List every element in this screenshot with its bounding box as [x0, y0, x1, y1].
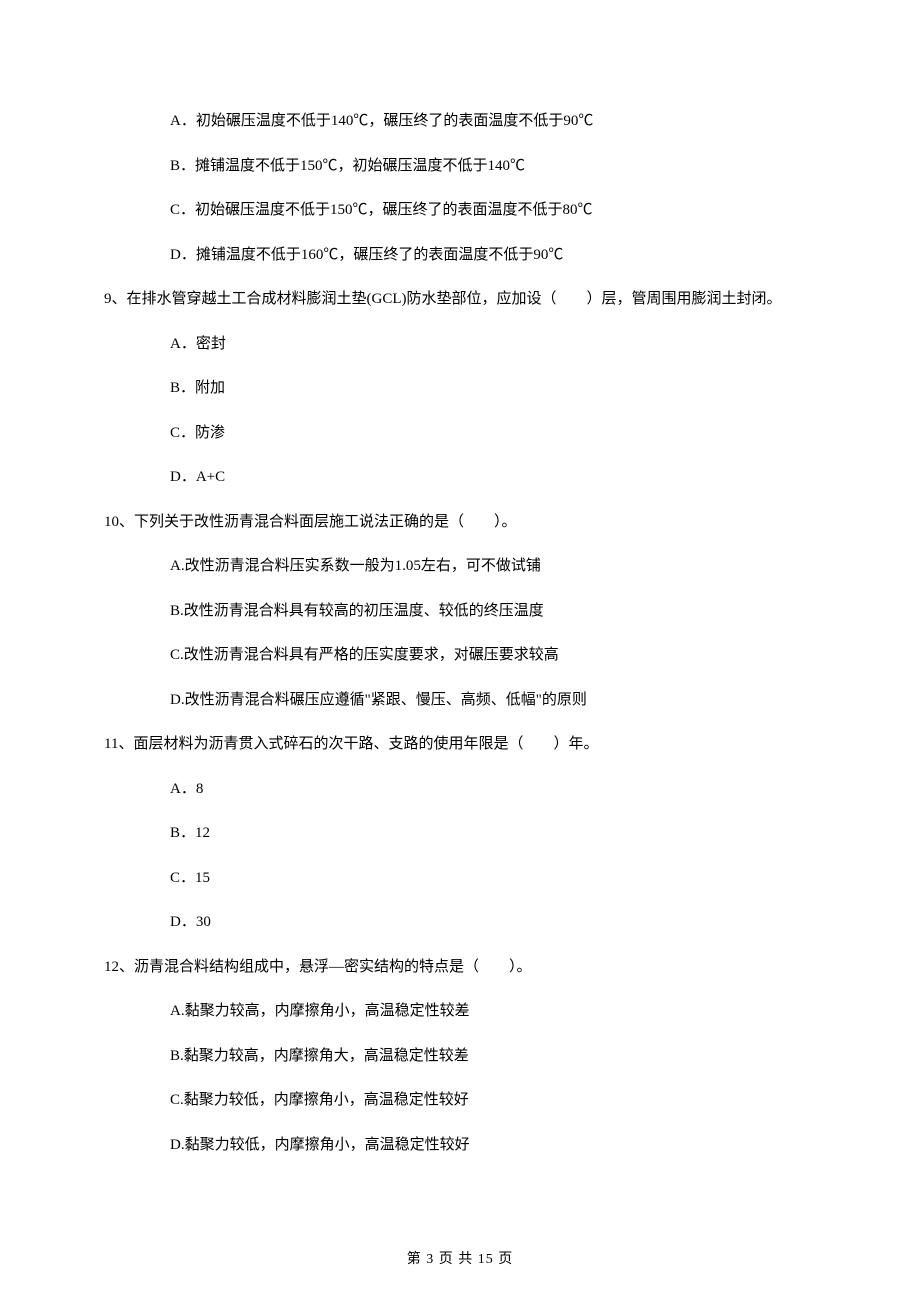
q9-option-a: A．密封 [120, 333, 800, 356]
page: A．初始碾压温度不低于140℃，碾压终了的表面温度不低于90℃ B．摊铺温度不低… [0, 0, 920, 1302]
q12-option-a: A.黏聚力较高，内摩擦角小，高温稳定性较差 [120, 1000, 800, 1023]
page-footer: 第 3 页 共 15 页 [0, 1249, 920, 1270]
q9-option-c: C．防渗 [120, 422, 800, 445]
q10-option-c: C.改性沥青混合料具有严格的压实度要求，对碾压要求较高 [120, 644, 800, 667]
q9-option-d: D．A+C [120, 466, 800, 489]
q9-option-b: B．附加 [120, 377, 800, 400]
q11-option-b: B．12 [120, 822, 800, 845]
q10-option-d: D.改性沥青混合料碾压应遵循"紧跟、慢压、高频、低幅"的原则 [120, 689, 800, 712]
q12-option-c: C.黏聚力较低，内摩擦角小，高温稳定性较好 [120, 1089, 800, 1112]
q11-stem: 11、面层材料为沥青贯入式碎石的次干路、支路的使用年限是（ ）年。 [104, 733, 800, 756]
q10-option-b: B.改性沥青混合料具有较高的初压温度、较低的终压温度 [120, 600, 800, 623]
q12-stem: 12、沥青混合料结构组成中，悬浮—密实结构的特点是（ ）。 [104, 956, 800, 979]
q8-option-c: C．初始碾压温度不低于150℃，碾压终了的表面温度不低于80℃ [120, 199, 800, 222]
q8-option-d: D．摊铺温度不低于160℃，碾压终了的表面温度不低于90℃ [120, 244, 800, 267]
q11-option-d: D．30 [120, 911, 800, 934]
q12-option-d: D.黏聚力较低，内摩擦角小，高温稳定性较好 [120, 1134, 800, 1157]
q8-option-b: B．摊铺温度不低于150℃，初始碾压温度不低于140℃ [120, 155, 800, 178]
q8-option-a: A．初始碾压温度不低于140℃，碾压终了的表面温度不低于90℃ [120, 110, 800, 133]
q10-option-a: A.改性沥青混合料压实系数一般为1.05左右，可不做试铺 [120, 555, 800, 578]
q10-stem: 10、下列关于改性沥青混合料面层施工说法正确的是（ ）。 [104, 511, 800, 534]
q11-option-a: A．8 [120, 778, 800, 801]
q9-stem: 9、在排水管穿越土工合成材料膨润土垫(GCL)防水垫部位，应加设（ ）层，管周围… [104, 288, 800, 311]
q11-option-c: C．15 [120, 867, 800, 890]
q12-option-b: B.黏聚力较高，内摩擦角大，高温稳定性较差 [120, 1045, 800, 1068]
